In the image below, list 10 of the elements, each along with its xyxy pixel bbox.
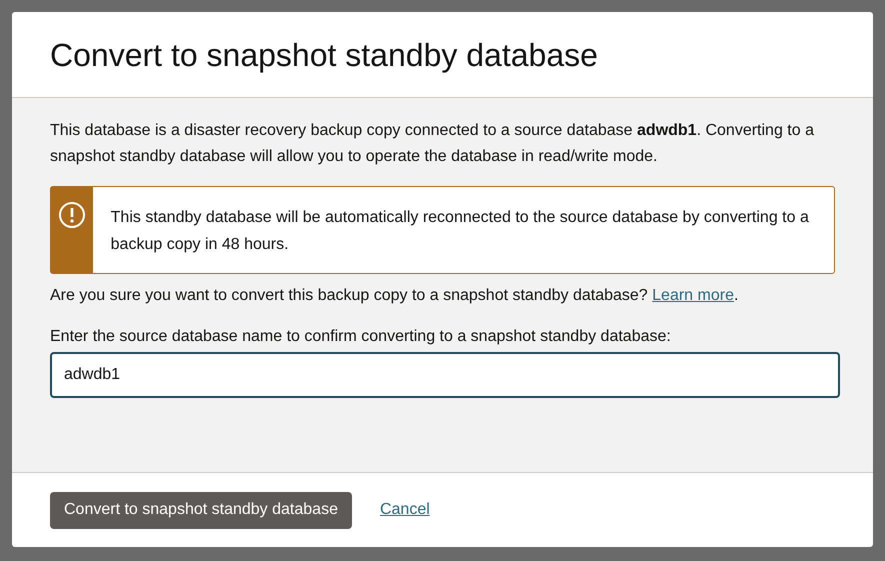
- dialog-title: Convert to snapshot standby database: [50, 38, 598, 70]
- confirm-label: Enter the source database name to confirm converting to a snapshot standby database:: [50, 327, 672, 347]
- confirmation-question: Are you sure you want to convert this backup copy to a snapshot standby database? Learn more.: [50, 286, 740, 306]
- database-name-field[interactable]: adwdb1: [50, 352, 840, 398]
- warning-text: This standby database will be automatically reconnected to the source database by converting to a backup copy in 48 hours.: [110, 208, 810, 255]
- learn-more-link[interactable]: Learn more: [652, 287, 734, 304]
- description-text: This database is a disaster recovery backup copy connected to a source database adwdb1. Converting to a snapshot standby database will allow you to operate the database in read/write mode.: [50, 121, 815, 167]
- convert-button[interactable]: Convert to snapshot standby database: [50, 492, 352, 528]
- warning-icon: [58, 201, 86, 229]
- cancel-link[interactable]: Cancel: [380, 498, 430, 522]
